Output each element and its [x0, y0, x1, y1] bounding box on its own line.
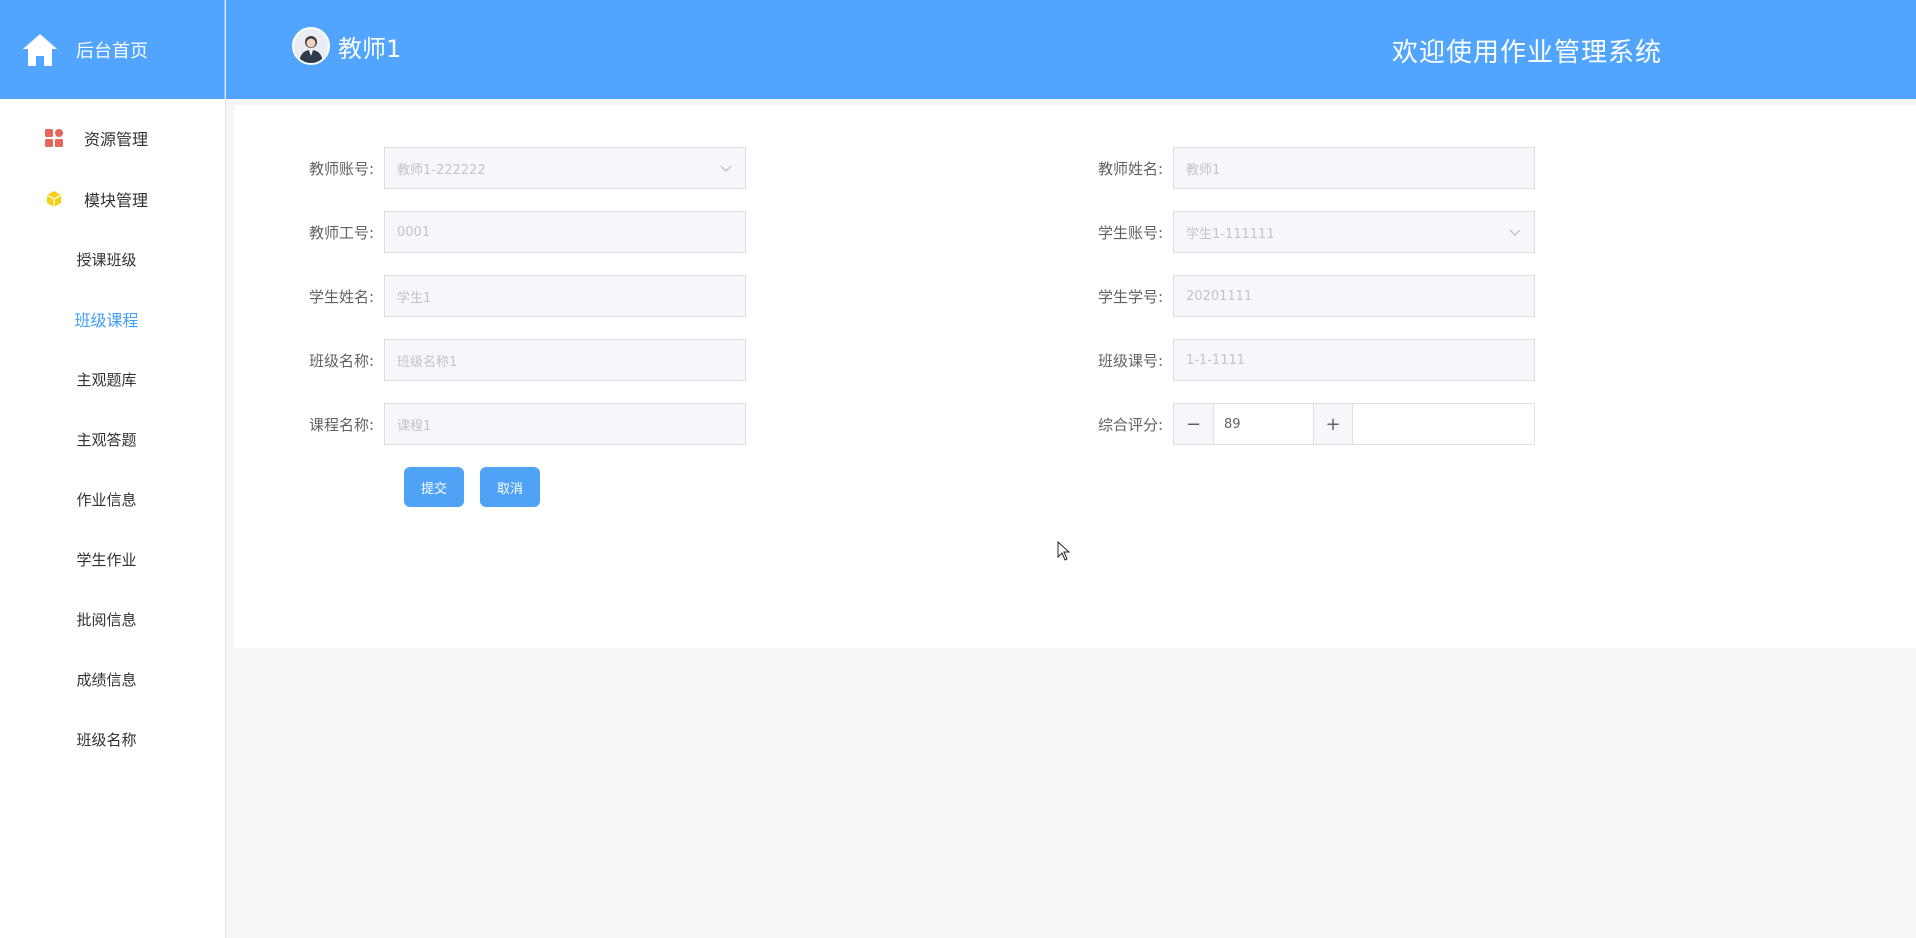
sidebar-item-teaching-class[interactable]: 授课班级 — [0, 229, 225, 289]
field-student-account: 学生账号: 学生1-111111 — [1083, 211, 1535, 253]
select-value: 教师1-222222 — [397, 162, 486, 178]
class-course-no-input[interactable]: 1-1-1111 — [1173, 339, 1535, 381]
user-info[interactable]: 教师1 — [292, 27, 401, 65]
menu-group-resources[interactable]: 资源管理 — [0, 107, 225, 168]
field-label: 学生姓名: — [308, 287, 374, 306]
increment-button[interactable]: + — [1313, 404, 1353, 444]
chevron-down-icon — [1509, 229, 1521, 236]
sidebar: 后台首页 资源管理 模块管理 授课班级 班级课程 主观题库 主观答题 作业信息 … — [0, 0, 226, 938]
field-class-course-no: 班级课号: 1-1-1111 — [1083, 339, 1535, 381]
student-account-select[interactable]: 学生1-111111 — [1173, 211, 1535, 253]
field-teacher-account: 教师账号: 教师1-222222 — [294, 147, 746, 189]
user-name: 教师1 — [338, 34, 402, 63]
menu-group-modules[interactable]: 模块管理 — [0, 168, 225, 229]
field-student-no: 学生学号: 20201111 — [1083, 275, 1535, 317]
score-input[interactable]: 89 — [1214, 404, 1313, 444]
grid-icon — [44, 128, 64, 148]
input-value: 学生1 — [397, 290, 432, 306]
class-name-input[interactable]: 班级名称1 — [384, 339, 746, 381]
input-value: 教师1 — [1186, 162, 1221, 178]
sidebar-item-student-homework[interactable]: 学生作业 — [0, 529, 225, 589]
decrement-button[interactable]: − — [1174, 404, 1214, 444]
menu-group-label: 模块管理 — [84, 190, 149, 210]
form-panel: 教师账号: 教师1-222222 教师工号: 0001 学生姓名: 学生1 班级… — [234, 105, 1916, 648]
input-value: 0001 — [397, 224, 431, 240]
sidebar-item-review-info[interactable]: 批阅信息 — [0, 589, 225, 649]
avatar — [292, 27, 330, 65]
top-header: 教师1 欢迎使用作业管理系统 — [226, 0, 1916, 99]
sidebar-brand[interactable]: 后台首页 — [0, 0, 225, 99]
chevron-down-icon — [720, 165, 732, 172]
input-value: 课程1 — [397, 418, 432, 434]
field-label: 班级名称: — [308, 351, 374, 370]
cube-icon — [44, 189, 64, 209]
sidebar-item-grade-info[interactable]: 成绩信息 — [0, 649, 225, 709]
mouse-cursor-icon — [1057, 541, 1071, 561]
system-title: 欢迎使用作业管理系统 — [1392, 38, 1663, 68]
teacher-id-input[interactable]: 0001 — [384, 211, 746, 253]
submit-button[interactable]: 提交 — [404, 467, 464, 507]
select-value: 学生1-111111 — [1186, 226, 1275, 242]
cancel-button[interactable]: 取消 — [480, 467, 540, 507]
input-value: 20201111 — [1186, 288, 1253, 304]
sidebar-item-subjective-bank[interactable]: 主观题库 — [0, 349, 225, 409]
field-class-name: 班级名称: 班级名称1 — [294, 339, 746, 381]
score-stepper: − 89 + — [1173, 403, 1535, 445]
brand-label: 后台首页 — [76, 40, 148, 62]
teacher-account-select[interactable]: 教师1-222222 — [384, 147, 746, 189]
field-label: 教师账号: — [308, 159, 374, 178]
input-value: 班级名称1 — [397, 354, 458, 370]
course-name-input[interactable]: 课程1 — [384, 403, 746, 445]
field-label: 学生学号: — [1097, 287, 1163, 306]
student-no-input[interactable]: 20201111 — [1173, 275, 1535, 317]
field-label: 综合评分: — [1097, 415, 1163, 434]
field-label: 课程名称: — [308, 415, 374, 434]
field-teacher-id: 教师工号: 0001 — [294, 211, 746, 253]
sidebar-item-class-name[interactable]: 班级名称 — [0, 709, 225, 769]
input-value: 1-1-1111 — [1186, 352, 1246, 368]
field-label: 班级课号: — [1097, 351, 1163, 370]
sidebar-item-subjective-answer[interactable]: 主观答题 — [0, 409, 225, 469]
field-teacher-name: 教师姓名: 教师1 — [1083, 147, 1535, 189]
field-label: 教师工号: — [308, 223, 374, 242]
menu-group-label: 资源管理 — [84, 129, 149, 149]
home-icon — [23, 33, 57, 66]
sidebar-item-homework-info[interactable]: 作业信息 — [0, 469, 225, 529]
field-student-name: 学生姓名: 学生1 — [294, 275, 746, 317]
student-name-input[interactable]: 学生1 — [384, 275, 746, 317]
teacher-name-input[interactable]: 教师1 — [1173, 147, 1535, 189]
sidebar-item-class-course[interactable]: 班级课程 — [0, 289, 225, 349]
field-score: 综合评分: − 89 + — [1083, 403, 1535, 445]
sidebar-menu: 资源管理 模块管理 授课班级 班级课程 主观题库 主观答题 作业信息 学生作业 … — [0, 99, 225, 769]
field-label: 学生账号: — [1097, 223, 1163, 242]
field-course-name: 课程名称: 课程1 — [294, 403, 746, 445]
field-label: 教师姓名: — [1097, 159, 1163, 178]
